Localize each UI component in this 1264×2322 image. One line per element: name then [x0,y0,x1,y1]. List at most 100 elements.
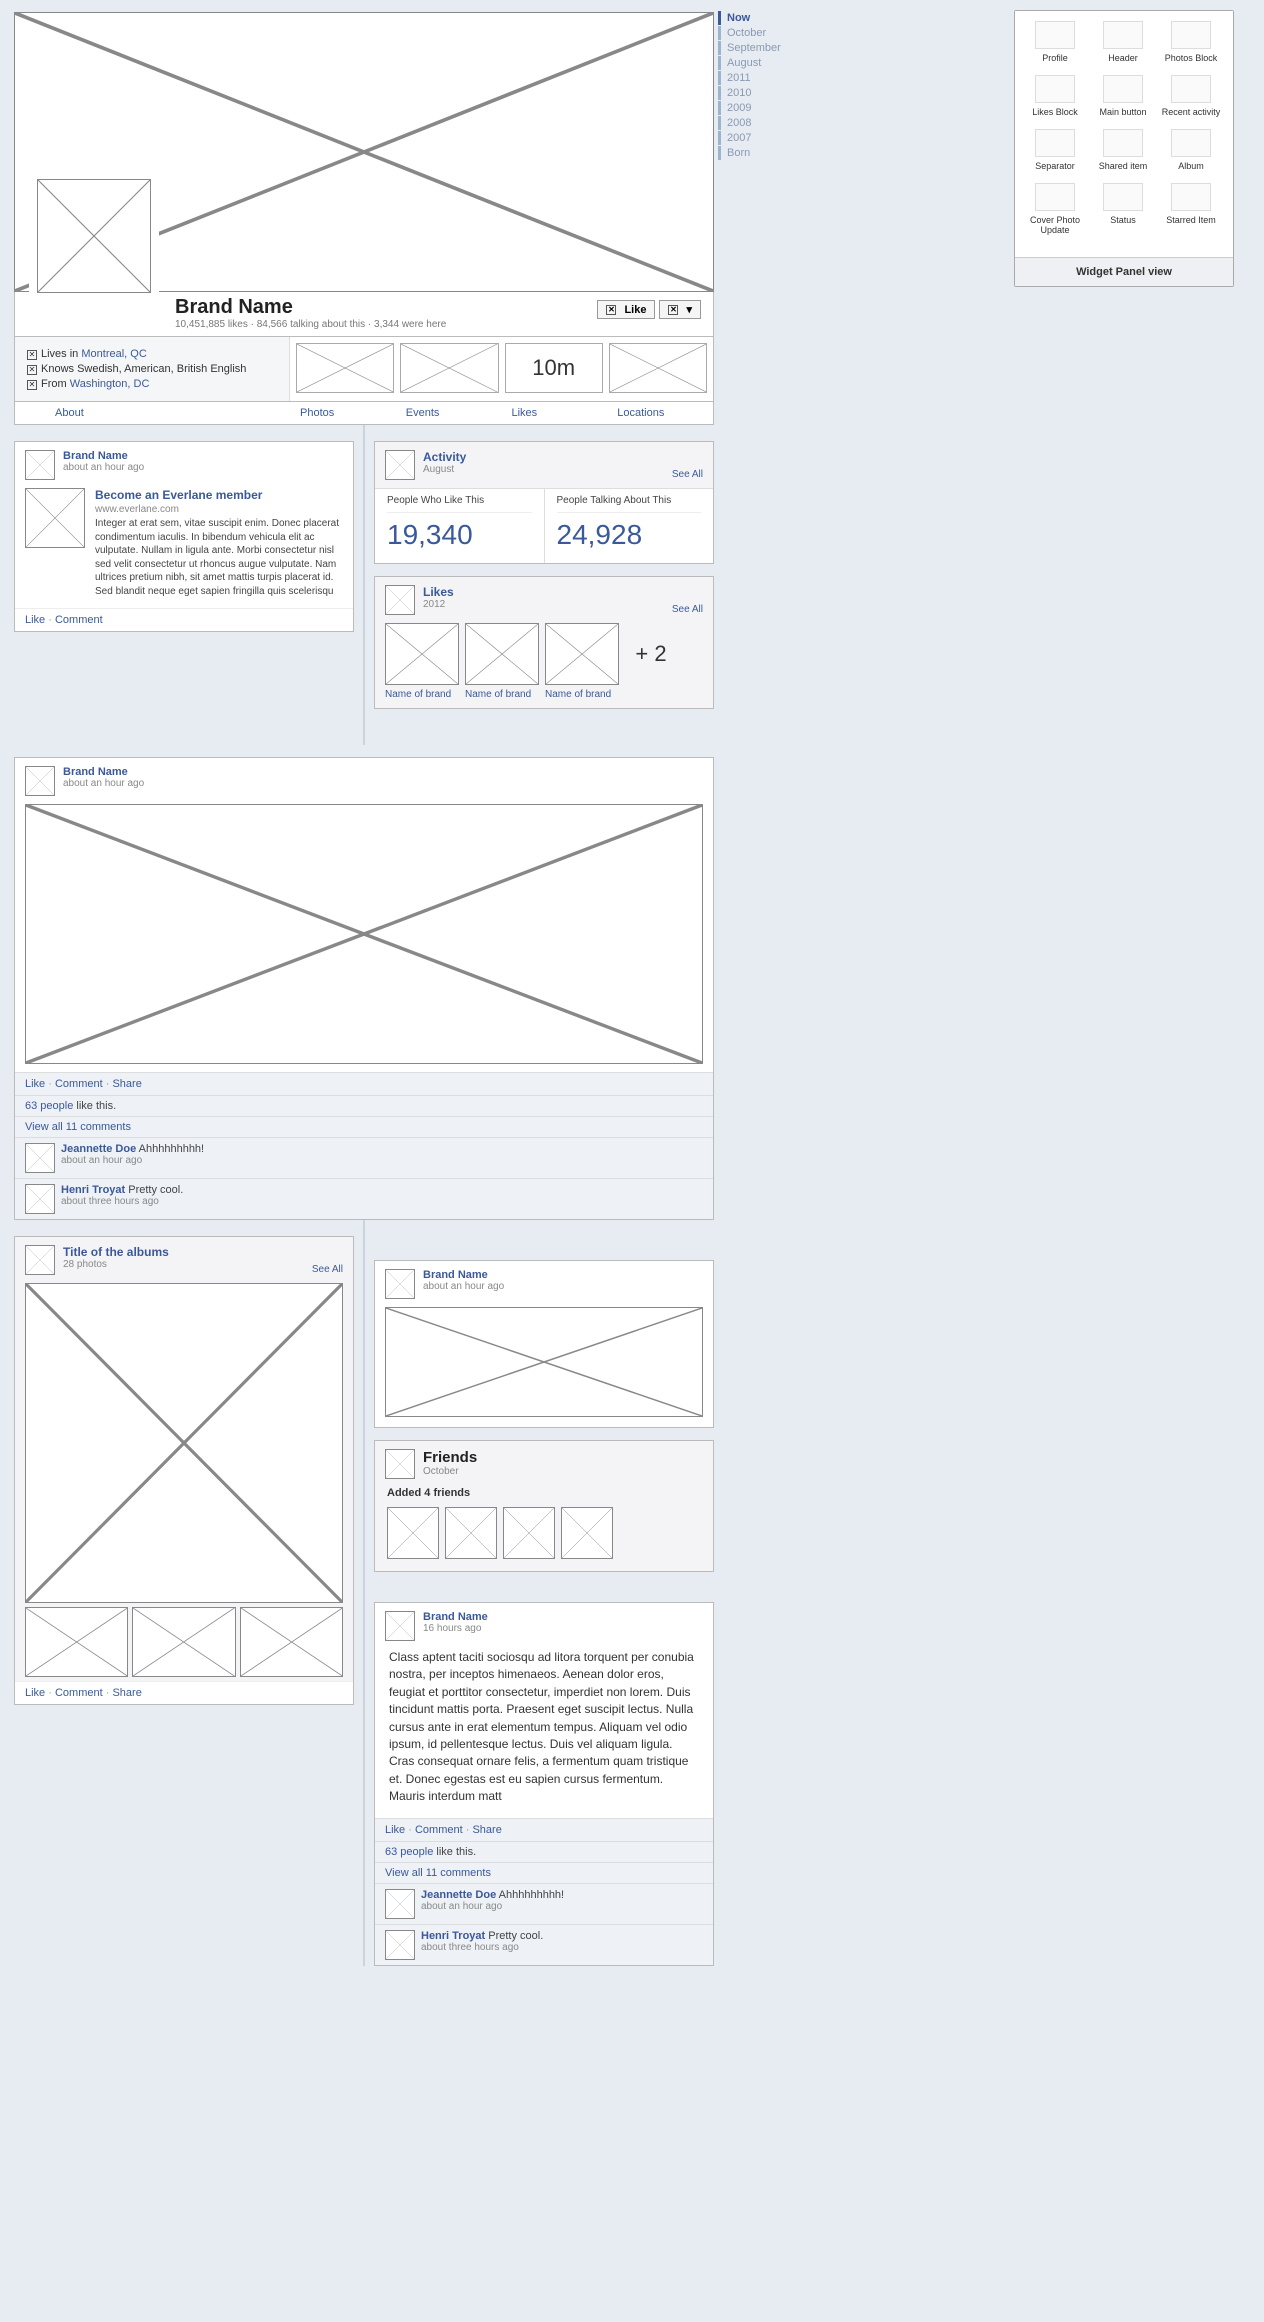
rail-item-now[interactable]: Now [718,11,784,25]
share-action[interactable]: Share [112,1687,141,1699]
widget-photos-block[interactable]: Photos Block [1157,21,1225,63]
see-all-activity[interactable]: See All [672,469,703,480]
like-action[interactable]: Like [25,1078,45,1090]
share-action[interactable]: Share [472,1824,501,1836]
brand-name[interactable]: Brand Name [175,296,446,319]
widget-status[interactable]: Status [1089,183,1157,235]
comment-author[interactable]: Henri Troyat [421,1930,485,1942]
story-photo[interactable] [385,1307,703,1417]
see-all-likes[interactable]: See All [672,604,703,615]
widget-separator[interactable]: Separator [1021,129,1089,171]
tab-about[interactable]: About [15,402,290,424]
comment-author[interactable]: Jeannette Doe [61,1143,136,1155]
story-time[interactable]: about an hour ago [423,1281,504,1292]
widget-album[interactable]: Album [1157,129,1225,171]
header-tile-photos[interactable] [296,343,394,393]
avatar[interactable] [385,1269,415,1299]
header-tile-locations[interactable] [609,343,707,393]
story-author[interactable]: Brand Name [423,1269,504,1281]
likes-count[interactable]: 63 people [25,1100,73,1112]
widget-starred-item[interactable]: Starred Item [1157,183,1225,235]
comment-time[interactable]: about an hour ago [61,1155,204,1166]
friend-1[interactable] [387,1507,439,1559]
avatar[interactable] [385,1611,415,1641]
comment-time[interactable]: about an hour ago [421,1901,564,1912]
from-link[interactable]: Washington, DC [70,378,150,390]
rail-item-2010[interactable]: 2010 [718,86,784,100]
header-tile-events[interactable] [400,343,498,393]
comment-action[interactable]: Comment [55,1078,103,1090]
widget-header[interactable]: Header [1089,21,1157,63]
comment-author[interactable]: Henri Troyat [61,1184,125,1196]
avatar[interactable] [25,766,55,796]
like-brand-1[interactable] [385,623,459,685]
header-tile-likes-count[interactable]: 10m [505,343,603,393]
comment-action[interactable]: Comment [415,1824,463,1836]
rail-item-born[interactable]: Born [718,146,784,160]
like-brand-2[interactable] [465,623,539,685]
story-author[interactable]: Brand Name [63,766,144,778]
commenter-avatar[interactable] [385,1930,415,1960]
friend-4[interactable] [561,1507,613,1559]
comment-time[interactable]: about three hours ago [421,1942,543,1953]
album-hero[interactable] [25,1283,343,1603]
tab-events[interactable]: Events [396,402,502,424]
more-likes[interactable]: + 2 [625,623,677,685]
story-time[interactable]: 16 hours ago [423,1623,488,1634]
like-button[interactable]: ✕Like [597,300,655,319]
tab-photos[interactable]: Photos [290,402,396,424]
rail-item-2011[interactable]: 2011 [718,71,784,85]
story-photo[interactable] [25,804,703,1064]
album-thumb-2[interactable] [132,1607,235,1677]
rail-item-2007[interactable]: 2007 [718,131,784,145]
tab-locations[interactable]: Locations [607,402,713,424]
profile-picture[interactable] [29,171,159,301]
commenter-avatar[interactable] [25,1184,55,1214]
comment-action[interactable]: Comment [55,614,103,626]
brand-label-2[interactable]: Name of brand [465,689,539,700]
cover-photo[interactable] [14,12,714,292]
link-thumb[interactable] [25,488,85,548]
album-thumb-1[interactable] [25,1607,128,1677]
likes-count[interactable]: 63 people [385,1846,433,1858]
friend-3[interactable] [503,1507,555,1559]
like-action[interactable]: Like [385,1824,405,1836]
widget-recent-activity[interactable]: Recent activity [1157,75,1225,117]
like-action[interactable]: Like [25,1687,45,1699]
widget-shared-item[interactable]: Shared item [1089,129,1157,171]
rail-item-august[interactable]: August [718,56,784,70]
comment-action[interactable]: Comment [55,1687,103,1699]
album-title[interactable]: Title of the albums [63,1245,169,1259]
brand-label-3[interactable]: Name of brand [545,689,619,700]
rail-item-september[interactable]: September [718,41,784,55]
widget-cover-photo-update[interactable]: Cover Photo Update [1021,183,1089,235]
widget-profile[interactable]: Profile [1021,21,1089,63]
rail-item-2008[interactable]: 2008 [718,116,784,130]
brand-label-1[interactable]: Name of brand [385,689,459,700]
story-author[interactable]: Brand Name [63,450,144,462]
commenter-avatar[interactable] [385,1889,415,1919]
friend-2[interactable] [445,1507,497,1559]
commenter-avatar[interactable] [25,1143,55,1173]
rail-item-2009[interactable]: 2009 [718,101,784,115]
like-brand-3[interactable] [545,623,619,685]
comment-time[interactable]: about three hours ago [61,1196,183,1207]
story-time[interactable]: about an hour ago [63,462,144,473]
view-all-comments[interactable]: View all 11 comments [385,1867,491,1879]
settings-dropdown-button[interactable]: ✕▾ [659,300,701,319]
story-author[interactable]: Brand Name [423,1611,488,1623]
like-action[interactable]: Like [25,614,45,626]
album-thumb-3[interactable] [240,1607,343,1677]
rail-item-october[interactable]: October [718,26,784,40]
widget-main-button[interactable]: Main button [1089,75,1157,117]
tab-likes[interactable]: Likes [502,402,608,424]
avatar[interactable] [25,450,55,480]
view-all-comments[interactable]: View all 11 comments [25,1121,131,1133]
widget-likes-block[interactable]: Likes Block [1021,75,1089,117]
see-all-album[interactable]: See All [312,1264,343,1275]
lives-in-link[interactable]: Montreal, QC [81,348,146,360]
comment-author[interactable]: Jeannette Doe [421,1889,496,1901]
link-title[interactable]: Become an Everlane member [95,488,343,502]
share-action[interactable]: Share [112,1078,141,1090]
story-time[interactable]: about an hour ago [63,778,144,789]
